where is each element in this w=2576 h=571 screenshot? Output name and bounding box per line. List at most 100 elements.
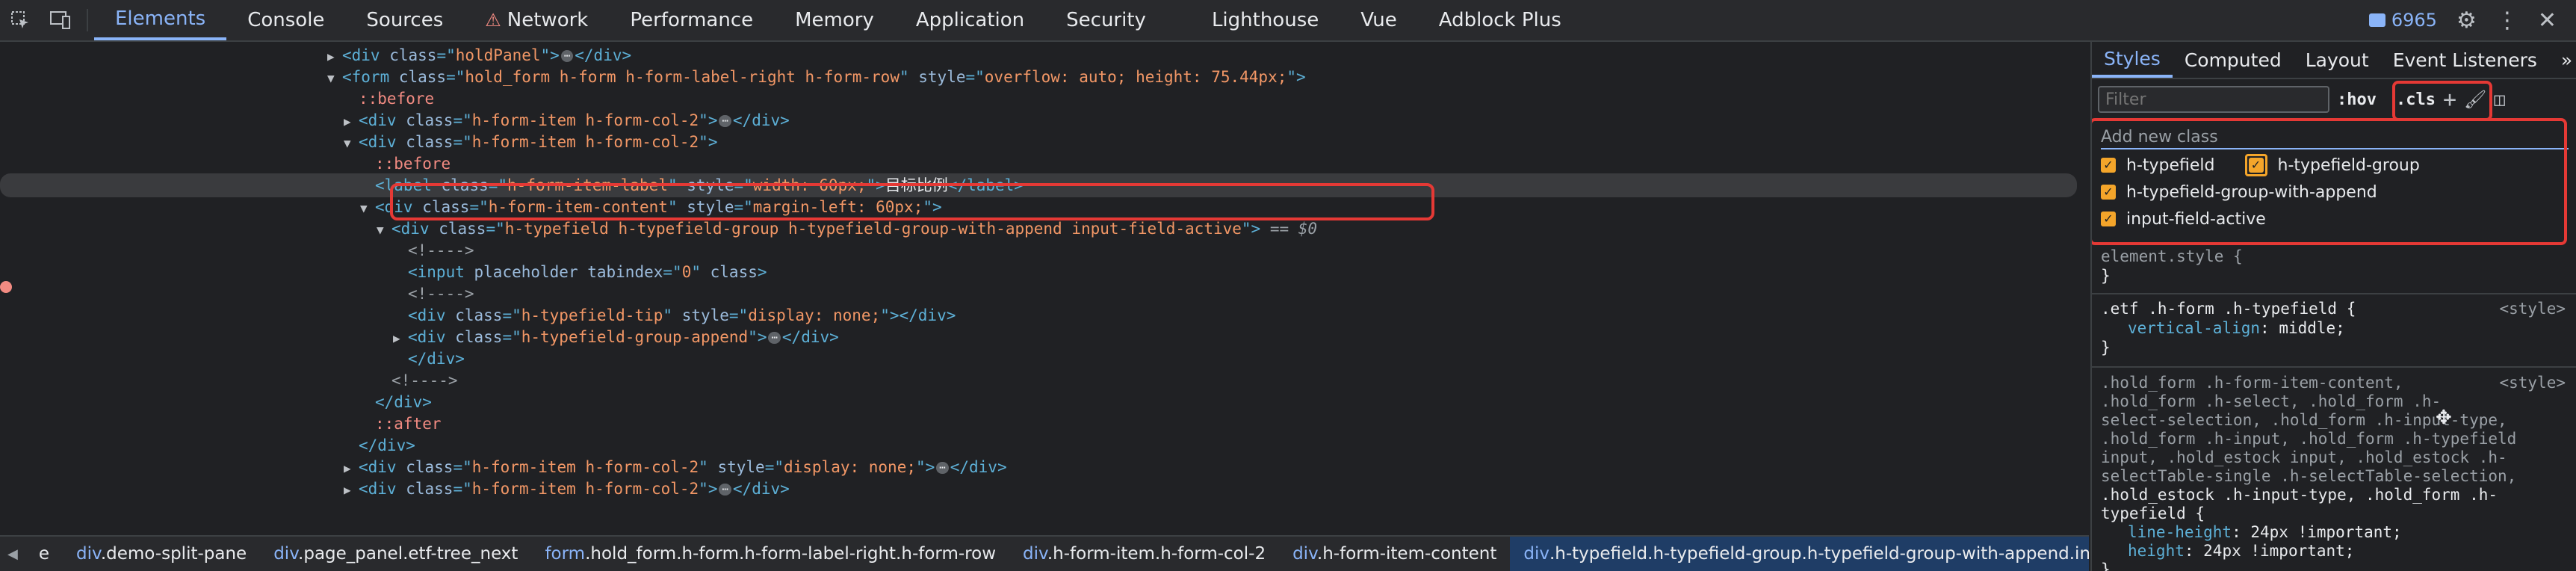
breadcrumb-item[interactable]: div .h-typefield.h-typefield-group.h-type… (1510, 537, 2089, 571)
tab-elements[interactable]: Elements (94, 0, 227, 40)
dom-token: class (389, 46, 437, 64)
breadcrumb-item[interactable]: div.h-form-item.h-form-col-2 (1009, 544, 1279, 564)
breadcrumb-item[interactable]: div.h-form-item-content (1279, 544, 1510, 564)
subtab-layout[interactable]: Layout (2294, 42, 2381, 78)
tab-vue[interactable]: Vue (1340, 0, 1418, 40)
breadcrumb-tag: div (1023, 544, 1047, 564)
tab-application[interactable]: Application (895, 0, 1045, 40)
warning-icon: ⚠ (485, 10, 501, 31)
subtab-computed[interactable]: Computed (2173, 42, 2294, 78)
dom-token: class (398, 68, 447, 86)
tab-adblock-plus[interactable]: Adblock Plus (1418, 0, 1582, 40)
dom-token: holdPanel (455, 46, 541, 64)
property-value[interactable]: middle; (2279, 319, 2345, 337)
dom-node-line[interactable]: </div> (0, 433, 2089, 457)
inspect-element-icon[interactable] (0, 0, 40, 40)
dom-token: <form (342, 68, 399, 86)
property-name[interactable]: vertical-align (2128, 319, 2260, 337)
dom-token: <!----> (408, 241, 474, 259)
dom-token: "> (1287, 68, 1306, 86)
more-options-icon[interactable]: ⋮ (2496, 7, 2518, 34)
rule-source[interactable]: <style> (2499, 299, 2566, 318)
collapsed-ellipsis-icon[interactable]: ⋯ (719, 115, 731, 127)
dom-node-line[interactable]: </div> (0, 390, 2089, 414)
breadcrumb-item[interactable]: form.hold_form.h-form.h-form-label-right… (531, 544, 1009, 564)
dom-node-line[interactable]: </div> (0, 347, 2089, 371)
rule-divider (2092, 293, 2576, 294)
dom-token: h-form-item h-form-col-2 (471, 133, 699, 151)
tab-label: Console (247, 9, 325, 31)
settings-gear-icon[interactable]: ⚙ (2456, 7, 2477, 34)
class-panel-highlight-box (2092, 118, 2567, 245)
dom-node-line[interactable]: ▶ <div class="h-typefield-group-append"> ⋯… (0, 325, 2089, 349)
dom-node-line[interactable]: <input placeholder tabindex="0" class> (0, 260, 2089, 284)
dom-token: <div (359, 111, 406, 129)
dom-token: =" (764, 458, 784, 476)
property-name[interactable]: line-height (2128, 523, 2232, 541)
dom-token: =" (436, 46, 456, 64)
style-rule-hold-form: <style> .hold_form .h-form-item-content,… (2092, 374, 2576, 571)
dom-node-line[interactable]: <!----> (0, 238, 2089, 262)
dom-node-line[interactable]: ::after (0, 412, 2089, 436)
rule-source[interactable]: <style> (2499, 374, 2566, 392)
dom-node-line[interactable]: ▶ <div class="h-form-item h-form-col-2" s… (0, 455, 2089, 479)
tab-performance[interactable]: Performance (609, 0, 774, 40)
property-value[interactable]: 24px !important; (2203, 542, 2354, 560)
dom-node-line[interactable]: ::before (0, 152, 2089, 176)
breadcrumb-tag: form (545, 544, 586, 564)
breadcrumb-item[interactable]: e (25, 544, 63, 564)
tab-security[interactable]: Security (1045, 0, 1167, 40)
dom-node-line[interactable]: ::before (0, 87, 2089, 111)
hover-state-toggle[interactable]: :hov (2337, 90, 2377, 109)
close-icon[interactable]: ✕ (2538, 7, 2557, 34)
collapsed-ellipsis-icon[interactable]: ⋯ (768, 332, 781, 344)
dom-token: =" (453, 480, 472, 498)
breadcrumb-text: .h-form-item-content (1316, 544, 1497, 564)
dom-token: <!----> (391, 371, 458, 389)
device-toolbar-icon[interactable] (40, 0, 81, 40)
sidebar-toggle-icon[interactable]: ◫ (2495, 89, 2505, 110)
rule-selector-line: selectTable-single .h-selectTable-select… (2101, 467, 2517, 485)
dom-token: class (406, 480, 453, 498)
collapsed-ellipsis-icon[interactable]: ⋯ (936, 462, 949, 474)
breadcrumb-item[interactable]: div.page_panel.etf-tree_next (260, 544, 531, 564)
dom-node-line[interactable]: ▶ <div class="h-form-item h-form-col-2"> ⋯… (0, 108, 2089, 132)
breadcrumb-item[interactable]: div.demo-split-pane (63, 544, 260, 564)
dom-node-line[interactable]: <div class="h-typefield-tip" style="disp… (0, 303, 2089, 327)
dom-node-line[interactable]: ▶ <div class="holdPanel"> ⋯ </div> (0, 43, 2089, 67)
tab-console[interactable]: Console (226, 0, 345, 40)
dom-node-line[interactable]: ▼ <div class="h-form-item h-form-col-2"> (0, 130, 2089, 154)
dom-node-line[interactable]: <!----> (0, 368, 2089, 392)
dom-token: "> (1241, 220, 1261, 238)
breadcrumb-text: .h-form-item.h-form-col-2 (1047, 544, 1266, 564)
dom-node-line[interactable]: ▶ <div class="h-form-item h-form-col-2"> ⋯… (0, 477, 2089, 501)
tab-label: Application (915, 9, 1025, 31)
dom-node-line[interactable]: <!----> (0, 282, 2089, 306)
dom-node-line[interactable]: ▼ <form class="hold_form h-form h-form-la… (0, 65, 2089, 89)
issues-counter[interactable]: 6965 (2368, 10, 2437, 31)
property-value[interactable]: 24px !important; (2250, 523, 2401, 541)
dom-token: h-form-item h-form-col-2 (471, 480, 699, 498)
dom-token: <div (408, 328, 456, 346)
dom-token: class (710, 263, 758, 281)
tab-lighthouse[interactable]: Lighthouse (1191, 0, 1340, 40)
property-name[interactable]: height (2128, 542, 2185, 560)
dom-token: "> (748, 328, 767, 346)
tab-memory[interactable]: Memory (774, 0, 895, 40)
collapsed-ellipsis-icon[interactable]: ⋯ (719, 484, 731, 496)
breadcrumb-scroll-left-icon[interactable]: ◀ (0, 546, 25, 562)
tab-network[interactable]: ⚠ Network (464, 0, 609, 40)
subtab-styles[interactable]: Styles (2092, 42, 2173, 78)
styles-filter-input[interactable] (2098, 86, 2329, 113)
subtab-event-listeners[interactable]: Event Listeners (2381, 42, 2549, 78)
dom-token: </div> (408, 350, 465, 368)
dom-token: =" (965, 68, 985, 86)
tab-sources[interactable]: Sources (345, 0, 464, 40)
dom-token: ::before (375, 155, 451, 173)
dom-token: <!----> (408, 285, 474, 303)
dom-token: <div (359, 480, 406, 498)
dom-token: h-form-item h-form-col-2 (471, 111, 699, 129)
expand-arrow-icon[interactable]: ▶ (344, 478, 359, 502)
collapsed-ellipsis-icon[interactable]: ⋯ (560, 50, 574, 62)
subtab-more[interactable]: » (2549, 42, 2576, 78)
